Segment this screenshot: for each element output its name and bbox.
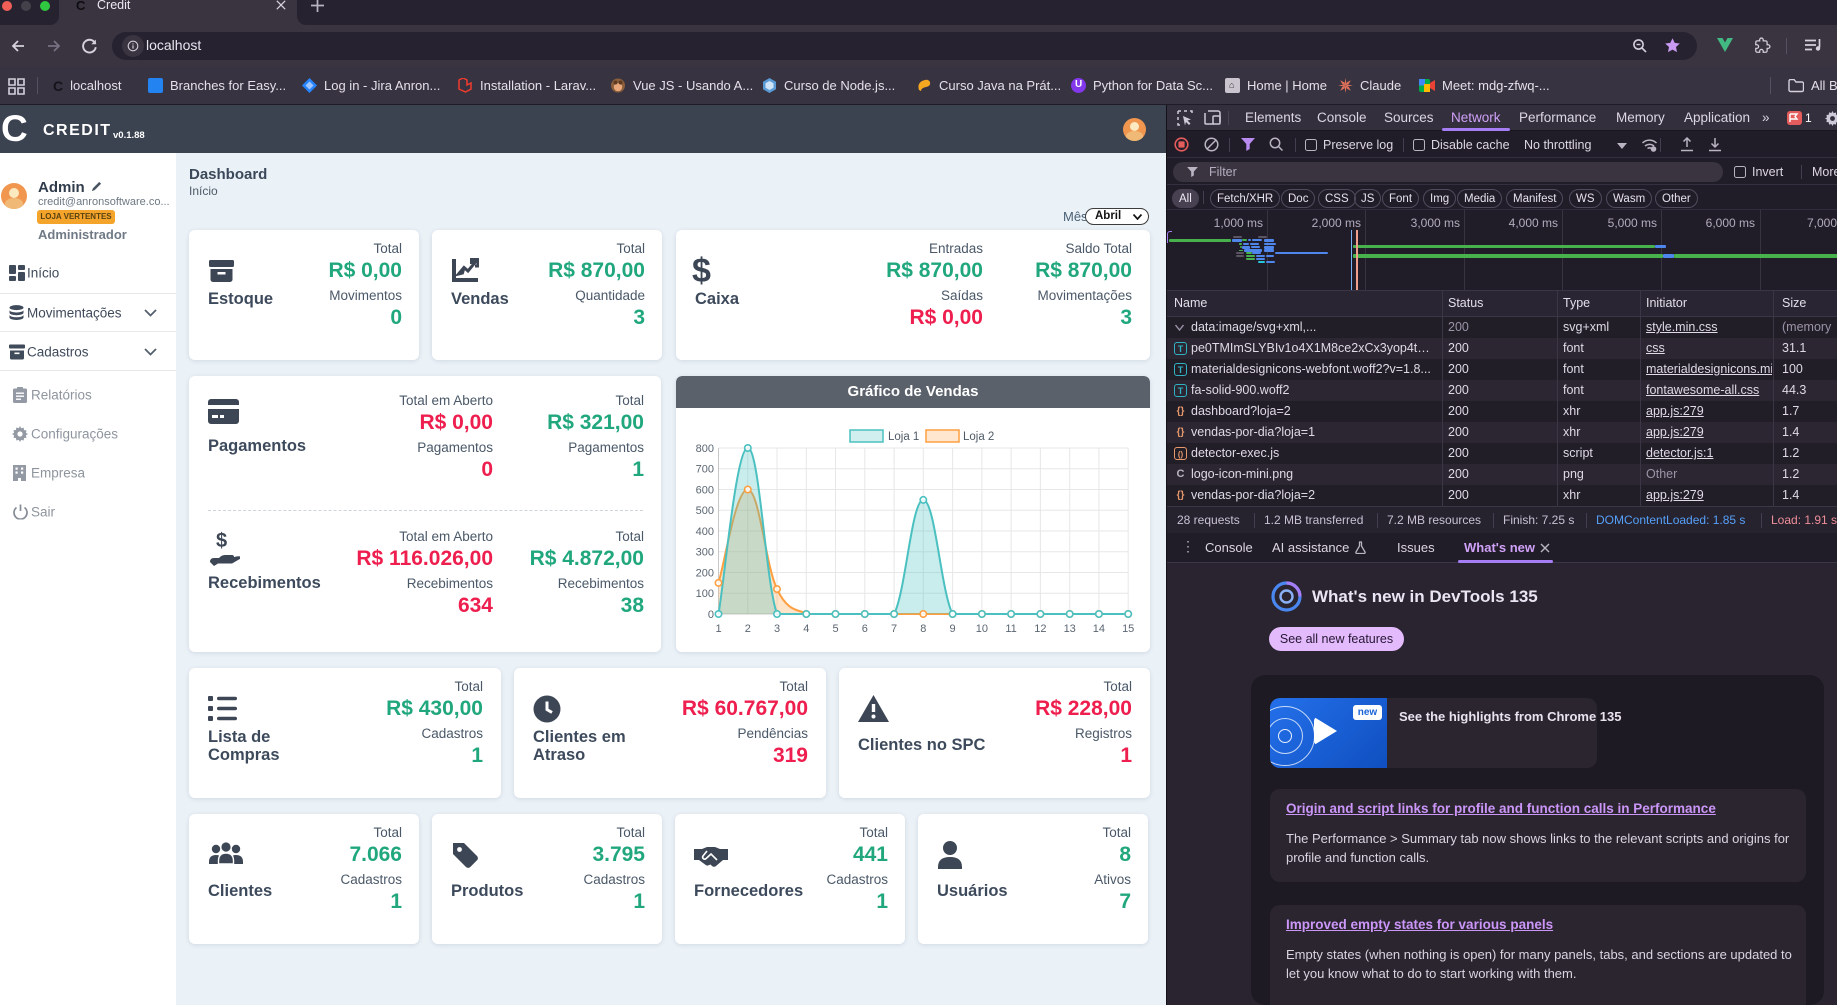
svg-text:600: 600 bbox=[696, 485, 714, 497]
svg-text:15: 15 bbox=[1122, 623, 1134, 635]
svg-text:9: 9 bbox=[950, 623, 956, 635]
svg-text:500: 500 bbox=[696, 505, 714, 517]
svg-text:2: 2 bbox=[745, 623, 751, 635]
svg-text:13: 13 bbox=[1064, 623, 1076, 635]
svg-text:Loja 2: Loja 2 bbox=[963, 431, 994, 443]
svg-text:12: 12 bbox=[1034, 623, 1046, 635]
svg-text:11: 11 bbox=[1005, 623, 1016, 635]
svg-text:5: 5 bbox=[832, 623, 838, 635]
svg-text:700: 700 bbox=[696, 464, 714, 476]
svg-text:8: 8 bbox=[920, 623, 926, 635]
svg-text:3: 3 bbox=[774, 623, 780, 635]
svg-text:6: 6 bbox=[862, 623, 868, 635]
svg-text:1: 1 bbox=[715, 623, 721, 635]
svg-text:7: 7 bbox=[891, 623, 897, 635]
svg-text:14: 14 bbox=[1093, 623, 1105, 635]
svg-text:800: 800 bbox=[696, 443, 714, 455]
svg-text:400: 400 bbox=[696, 526, 714, 538]
svg-text:10: 10 bbox=[976, 623, 988, 635]
svg-text:0: 0 bbox=[708, 609, 714, 621]
svg-text:300: 300 bbox=[696, 547, 714, 559]
svg-text:4: 4 bbox=[803, 623, 809, 635]
svg-text:Loja 1: Loja 1 bbox=[888, 431, 919, 443]
svg-text:$: $ bbox=[216, 530, 227, 552]
svg-text:100: 100 bbox=[696, 588, 714, 600]
svg-text:200: 200 bbox=[696, 568, 714, 580]
